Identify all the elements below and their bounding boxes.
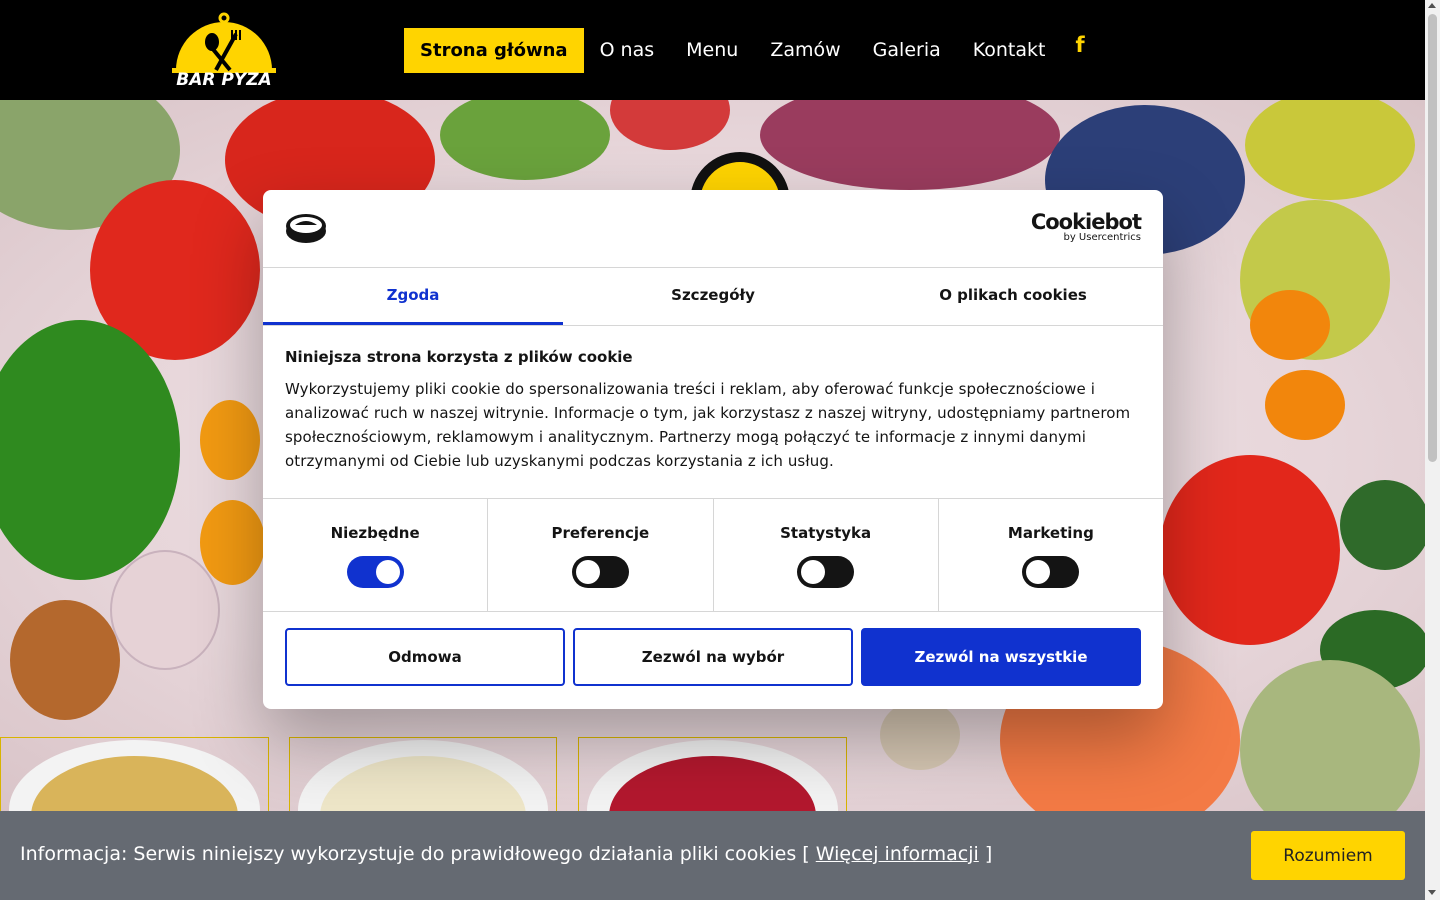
cloche-icon: [172, 12, 276, 73]
page-scrollbar[interactable]: [1425, 0, 1440, 900]
tab-details[interactable]: Szczegóły: [563, 268, 863, 325]
bar-pyza-logo[interactable]: BAR PYZA: [172, 12, 276, 92]
scroll-up-arrow-icon[interactable]: [1428, 3, 1436, 8]
kumquat-right-shape: [1265, 370, 1345, 440]
dish-card-2[interactable]: [289, 737, 557, 811]
marketing-switch[interactable]: [1022, 556, 1080, 588]
kumquat-shape: [200, 400, 260, 480]
cookie-info-bar: Informacja: Serwis niniejszy wykorzystuj…: [0, 811, 1425, 900]
switch-knob: [1026, 560, 1051, 584]
nav-about[interactable]: O nas: [584, 28, 671, 73]
dialog-heading: Niniejsza strona korzysta z plików cooki…: [285, 348, 633, 366]
apple-shape: [610, 100, 730, 150]
dish-card-1[interactable]: [0, 737, 269, 811]
scroll-thumb[interactable]: [1428, 14, 1437, 462]
kumquat-shape: [200, 500, 265, 585]
pear-shape: [1245, 100, 1415, 200]
nav-order[interactable]: Zamów: [754, 28, 856, 73]
switch-knob: [375, 560, 400, 584]
allow-selection-button[interactable]: Zezwól na wybór: [573, 628, 853, 686]
toggle-group-statistics: Statystyka: [714, 499, 939, 611]
info-text-before: Informacja: Serwis niniejszy wykorzystuj…: [20, 843, 816, 865]
nav-gallery[interactable]: Galeria: [857, 28, 957, 73]
cookiebot-logo-subtext: by Usercentrics: [1063, 232, 1141, 243]
allow-all-button[interactable]: Zezwól na wszystkie: [861, 628, 1141, 686]
cookiebot-logo-text: Cookiebot: [1030, 210, 1142, 234]
main-nav: Strona główna O nas Menu Zamów Galeria K…: [404, 28, 1099, 73]
consent-toggles: Niezbędne Preferencje Statystyka Marketi…: [263, 498, 1163, 612]
green-pepper-shape: [0, 320, 180, 580]
cucumber-shape: [1340, 480, 1425, 570]
more-info-link[interactable]: Więcej informacji: [816, 843, 979, 865]
switch-knob: [575, 560, 600, 584]
info-text-after: ]: [978, 843, 993, 865]
toggle-group-necessary: Niezbędne: [263, 499, 489, 611]
tomato-right-shape: [1160, 455, 1340, 645]
onion-shape: [10, 600, 120, 720]
dialog-buttons: Odmowa Zezwól na wybór Zezwól na wszystk…: [263, 612, 1163, 702]
eggplant-shape: [760, 100, 1060, 190]
dialog-header: Cookiebot by Usercentrics: [263, 190, 1163, 268]
necessary-switch[interactable]: [346, 556, 404, 588]
scroll-down-arrow-icon[interactable]: [1428, 890, 1436, 895]
cookiebot-brand[interactable]: Cookiebot by Usercentrics: [1030, 210, 1142, 243]
nav-menu[interactable]: Menu: [670, 28, 754, 73]
toggle-label: Niezbędne: [330, 524, 420, 542]
toggle-label: Preferencje: [551, 524, 650, 542]
toggle-group-preferences: Preferencje: [488, 499, 714, 611]
cookie-consent-dialog: Cookiebot by Usercentrics Zgoda Szczegół…: [263, 190, 1163, 709]
deny-button[interactable]: Odmowa: [285, 628, 565, 686]
facebook-icon[interactable]: f: [1061, 28, 1098, 73]
toggle-label: Marketing: [1007, 524, 1094, 542]
tab-consent[interactable]: Zgoda: [263, 268, 563, 325]
dialog-description: Wykorzystujemy pliki cookie do spersonal…: [285, 380, 1131, 470]
kumquat-right-shape: [1250, 290, 1330, 360]
cookie-info-text: Informacja: Serwis niniejszy wykorzystuj…: [20, 843, 992, 865]
nav-contact[interactable]: Kontakt: [957, 28, 1062, 73]
statistics-switch[interactable]: [797, 556, 855, 588]
dialog-body: Niniejsza strona korzysta z plików cooki…: [263, 326, 1163, 498]
tab-about-cookies[interactable]: O plikach cookies: [863, 268, 1163, 325]
nav-home[interactable]: Strona główna: [404, 28, 584, 73]
preferences-switch[interactable]: [571, 556, 629, 588]
garlic-shape: [110, 550, 220, 670]
cookie-logo-icon: [286, 214, 326, 243]
switch-knob: [801, 560, 826, 584]
dish-card-3[interactable]: [578, 737, 847, 811]
understand-button[interactable]: Rozumiem: [1251, 831, 1405, 880]
toggle-group-marketing: Marketing: [939, 499, 1163, 611]
quail-egg-shape: [880, 700, 960, 770]
dialog-tabs: Zgoda Szczegóły O plikach cookies: [263, 268, 1163, 326]
toggle-label: Statystyka: [780, 524, 872, 542]
site-header: BAR PYZA Strona główna O nas Menu Zamów …: [0, 0, 1425, 100]
logo-text: BAR PYZA: [176, 70, 272, 90]
broccoli-shape: [440, 100, 610, 180]
